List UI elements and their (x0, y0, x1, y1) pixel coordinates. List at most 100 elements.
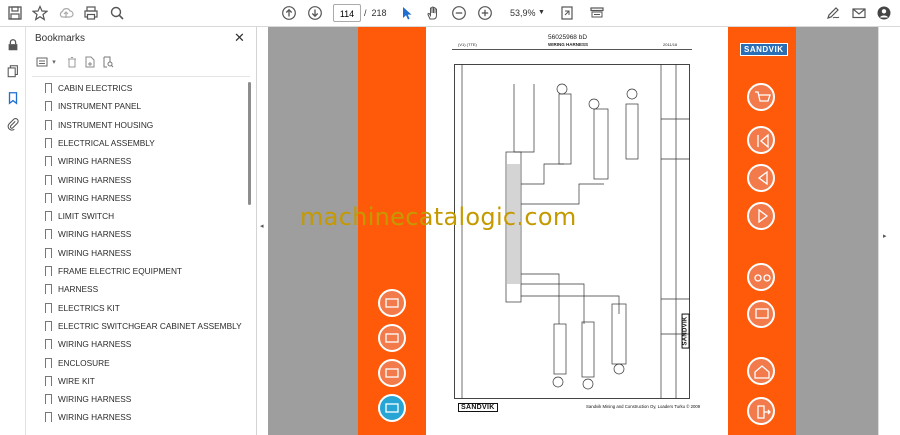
bookmark-icon (45, 156, 52, 170)
bookmark-icon (45, 412, 52, 426)
bookmark-item[interactable]: INSTRUMENT HOUSING (26, 116, 244, 134)
right-code: 2011/16 (663, 42, 678, 47)
cloud-upload-icon[interactable] (56, 3, 76, 23)
exit-button[interactable] (747, 397, 775, 425)
collapse-left-panel-icon[interactable]: ◂ (260, 222, 264, 230)
bookmark-label: ELECTRIC SWITCHGEAR CABINET ASSEMBLY (58, 320, 242, 331)
print-icon[interactable] (81, 3, 101, 23)
next-button[interactable] (747, 202, 775, 230)
bookmark-label: ELECTRICS KIT (58, 302, 120, 313)
bookmark-label: HARNESS (58, 284, 99, 295)
bookmark-item[interactable]: HARNESS (26, 280, 244, 298)
select-cursor-icon[interactable] (397, 3, 417, 23)
home-button[interactable] (747, 357, 775, 385)
save-icon[interactable] (5, 3, 25, 23)
expand-right-panel-icon[interactable]: ▸ (883, 232, 887, 240)
bookmark-icon (45, 174, 52, 188)
bookmark-icon (45, 211, 52, 225)
bookmark-panel-icon[interactable] (4, 89, 22, 107)
close-icon[interactable]: ✕ (234, 31, 245, 45)
bookmark-item[interactable]: ELECTRICS KIT (26, 299, 244, 317)
next-page-icon[interactable] (305, 3, 325, 23)
bookmark-item[interactable]: WIRING HARNESS (26, 189, 244, 207)
drawing-subtitle: WIRING HARNESS (548, 42, 589, 47)
right-sidebar (878, 27, 900, 435)
bookmark-item[interactable]: WIRING HARNESS (26, 225, 244, 243)
bookmark-icon (45, 302, 52, 316)
first-page-button[interactable] (747, 126, 775, 154)
nav-button-4-active[interactable] (378, 394, 406, 422)
keyboard-icon[interactable] (587, 3, 607, 23)
lock-icon[interactable] (4, 36, 22, 54)
bookmark-item[interactable]: WIRING HARNESS (26, 408, 244, 426)
document-viewer: SANDVIK 56025968 bD (V1) (TTE) WIRING HA… (268, 27, 878, 435)
nav-button-2[interactable] (378, 324, 406, 352)
bookmark-icon (45, 284, 52, 298)
bookmark-item[interactable]: WIRE KIT (26, 372, 244, 390)
bookmark-label: FRAME ELECTRIC EQUIPMENT (58, 266, 183, 276)
bookmark-item[interactable]: WIRING HARNESS (26, 244, 244, 262)
bookmark-item[interactable]: ENCLOSURE (26, 354, 244, 372)
bookmark-label: INSTRUMENT PANEL (58, 101, 142, 112)
header-rule (452, 49, 692, 50)
find-bookmark-icon[interactable] (100, 54, 116, 70)
sandvik-logo-top: SANDVIK (740, 43, 788, 56)
hand-tool-icon[interactable] (423, 3, 443, 23)
bookmark-item[interactable]: WIRING HARNESS (26, 152, 244, 170)
attachment-icon[interactable] (4, 115, 22, 133)
page-total-value: 218 (371, 8, 387, 18)
bookmark-item[interactable]: CABIN ELECTRICS (26, 79, 244, 97)
previous-button[interactable] (747, 164, 775, 192)
part-number: 56025968 bD (548, 34, 588, 41)
watermark-text: machinecatalogic.com (300, 203, 577, 231)
pages-icon[interactable] (4, 62, 22, 80)
star-icon[interactable] (30, 3, 50, 23)
bookmarks-panel: Bookmarks ✕ ▾ CABIN ELECTRICS INSTRUMENT … (26, 27, 257, 435)
cart-button[interactable] (747, 83, 775, 111)
bookmark-icon (45, 137, 52, 151)
bookmark-label: INSTRUMENT HOUSING (58, 119, 154, 130)
search-icon[interactable] (107, 3, 127, 23)
sign-pen-icon[interactable] (823, 3, 843, 23)
bookmarks-scrollbar[interactable] (248, 82, 251, 205)
account-icon[interactable] (874, 3, 894, 23)
bookmark-icon (45, 229, 52, 243)
footer-copyright: Sandvik Mining and Construction Oy, Load… (586, 404, 701, 409)
sandvik-logo-side: SANDVIK (681, 313, 690, 349)
bookmark-item[interactable]: FRAME ELECTRIC EQUIPMENT (26, 262, 244, 280)
zoom-in-icon[interactable] (475, 3, 495, 23)
chevron-down-icon[interactable]: ▾ (46, 54, 62, 70)
page-number-input[interactable]: 114 (333, 4, 361, 22)
bookmark-label: CABIN ELECTRICS (58, 83, 133, 93)
bookmark-label: ENCLOSURE (58, 357, 110, 368)
new-bookmark-icon[interactable] (82, 54, 98, 70)
bookmarks-title: Bookmarks (35, 33, 86, 44)
bookmark-item[interactable]: ELECTRIC SWITCHGEAR CABINET ASSEMBLY (26, 317, 244, 335)
zoom-dropdown[interactable]: 53,9% ▼ (500, 4, 550, 22)
nav-button-1[interactable] (378, 289, 406, 317)
bookmark-icon (45, 375, 52, 389)
bookmark-item[interactable]: ELECTRICAL ASSEMBLY (26, 134, 244, 152)
bookmark-item[interactable]: WIRING HARNESS (26, 171, 244, 189)
bookmark-item[interactable]: WIRING HARNESS (26, 390, 244, 408)
previous-page-icon[interactable] (279, 3, 299, 23)
bookmark-icon (45, 339, 52, 353)
bookmark-label: WIRING HARNESS (58, 229, 132, 240)
print-page-button[interactable] (747, 300, 775, 328)
binoculars-button[interactable] (747, 263, 775, 291)
bookmark-icon (45, 320, 52, 334)
bookmark-item[interactable]: INSTRUMENT PANEL (26, 97, 244, 115)
page-separator: / (364, 8, 367, 18)
top-toolbar: 114 / 218 53,9% ▼ (0, 0, 900, 27)
mail-icon[interactable] (849, 3, 869, 23)
nav-button-3[interactable] (378, 359, 406, 387)
fit-page-icon[interactable] (557, 3, 577, 23)
bookmark-label: WIRING HARNESS (58, 174, 132, 185)
bookmark-item[interactable]: WIRING HARNESS (26, 335, 244, 353)
delete-bookmark-icon[interactable] (64, 54, 80, 70)
zoom-out-icon[interactable] (449, 3, 469, 23)
left-tool-rail (0, 27, 26, 435)
bookmark-label: WIRING HARNESS (58, 339, 132, 350)
page-total: / 218 (364, 4, 387, 22)
bookmark-item[interactable]: LIMIT SWITCH (26, 207, 244, 225)
